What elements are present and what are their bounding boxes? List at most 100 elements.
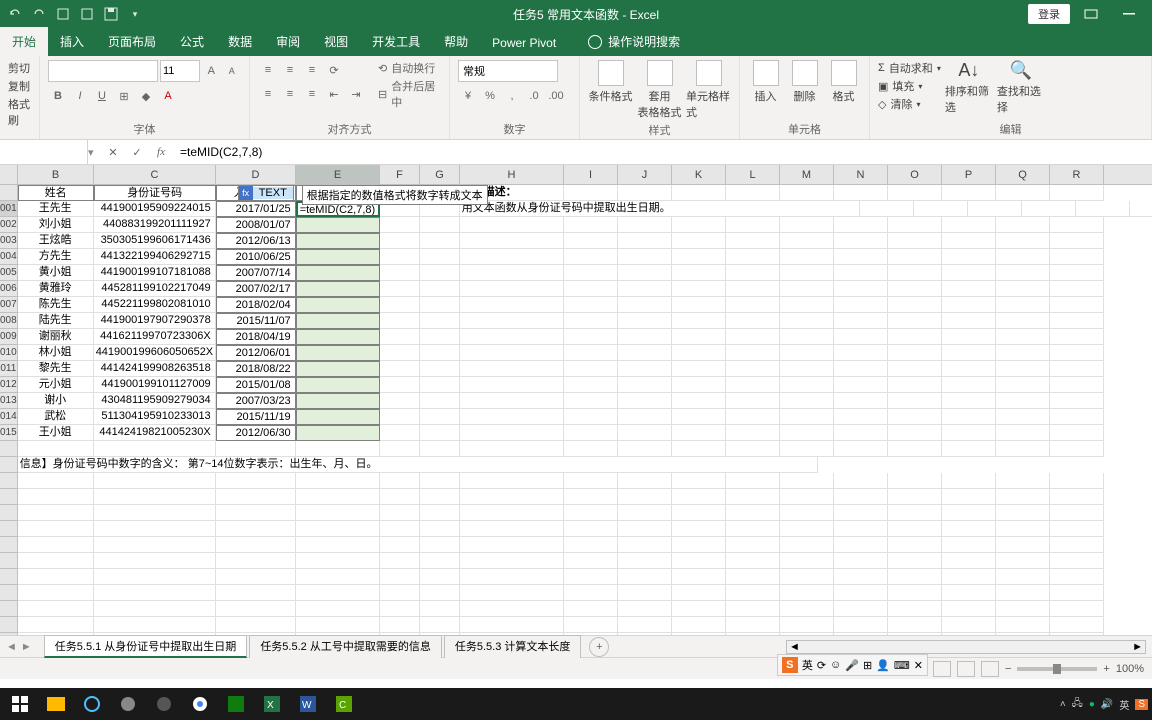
cell[interactable] — [460, 473, 564, 489]
cell[interactable] — [942, 409, 996, 425]
cell[interactable] — [672, 281, 726, 297]
italic-button[interactable]: I — [70, 86, 90, 106]
cell[interactable] — [780, 377, 834, 393]
cell[interactable] — [420, 377, 460, 393]
cell[interactable] — [420, 441, 460, 457]
column-header[interactable]: M — [780, 165, 834, 184]
name-box-dropdown-icon[interactable]: ▾ — [88, 146, 100, 159]
cell-birth[interactable] — [296, 265, 380, 281]
cell[interactable] — [420, 601, 460, 617]
row-header[interactable] — [0, 489, 18, 505]
word-icon[interactable]: W — [292, 690, 324, 718]
cell[interactable] — [672, 313, 726, 329]
cell[interactable] — [618, 633, 672, 635]
cell[interactable] — [780, 313, 834, 329]
cell-id[interactable]: 445221199802081010 — [94, 297, 216, 313]
cell[interactable] — [460, 265, 564, 281]
cell-id[interactable]: 441900199606050652X — [94, 345, 216, 361]
spreadsheet-grid[interactable]: BCDEFGHIJKLMNOPQR 0010020030040050060070… — [0, 165, 1152, 635]
sheet-nav-prev-icon[interactable]: ◄ — [6, 641, 17, 653]
find-select-button[interactable]: 🔍查找和选择 — [997, 60, 1045, 115]
cell-id[interactable]: 44162119970723306X — [94, 329, 216, 345]
column-header[interactable]: K — [672, 165, 726, 184]
align-right-icon[interactable]: ≡ — [302, 84, 322, 104]
cell[interactable] — [420, 553, 460, 569]
cell[interactable] — [780, 233, 834, 249]
cell[interactable] — [888, 601, 942, 617]
cell[interactable] — [942, 553, 996, 569]
cell[interactable] — [888, 361, 942, 377]
cell[interactable] — [942, 425, 996, 441]
delete-cells-button[interactable]: 删除 — [787, 60, 822, 104]
cell[interactable] — [780, 569, 834, 585]
cell[interactable] — [672, 361, 726, 377]
cell-hire[interactable]: 2018/04/19 — [216, 329, 296, 345]
cell[interactable] — [726, 409, 780, 425]
cell[interactable] — [672, 233, 726, 249]
cell[interactable] — [420, 361, 460, 377]
cell[interactable] — [296, 601, 380, 617]
cell[interactable] — [780, 601, 834, 617]
fill-color-button[interactable]: ◆ — [136, 86, 156, 106]
row-header[interactable]: 003 — [0, 233, 18, 249]
cell[interactable] — [380, 441, 420, 457]
cell[interactable] — [618, 473, 672, 489]
cell[interactable] — [564, 601, 618, 617]
cell[interactable] — [942, 233, 996, 249]
cell-birth[interactable] — [296, 313, 380, 329]
cell[interactable] — [942, 569, 996, 585]
cell[interactable] — [380, 585, 420, 601]
cell[interactable] — [296, 553, 380, 569]
cell[interactable] — [888, 185, 942, 201]
cell[interactable] — [726, 569, 780, 585]
cell[interactable] — [1050, 553, 1104, 569]
cell[interactable] — [888, 441, 942, 457]
cell[interactable] — [420, 297, 460, 313]
cell[interactable] — [420, 617, 460, 633]
cell[interactable] — [216, 505, 296, 521]
select-all-corner[interactable] — [0, 165, 18, 184]
cell[interactable] — [780, 217, 834, 233]
sheet-tab[interactable]: 任务5.5.1 从身份证号中提取出生日期 — [44, 635, 248, 658]
cell[interactable] — [888, 249, 942, 265]
cell-hire[interactable]: 2015/01/08 — [216, 377, 296, 393]
ime-indicator[interactable]: S 英 ⟳ ☺ 🎤 ⊞ 👤 ⌨ ✕ — [777, 654, 928, 676]
cell[interactable] — [834, 233, 888, 249]
cell[interactable] — [1050, 601, 1104, 617]
cell[interactable] — [460, 521, 564, 537]
cell[interactable] — [564, 233, 618, 249]
cell[interactable] — [834, 553, 888, 569]
cell[interactable] — [942, 393, 996, 409]
row-header[interactable] — [0, 537, 18, 553]
cell[interactable] — [618, 329, 672, 345]
cell[interactable] — [942, 377, 996, 393]
cell-id[interactable]: 441900199107181088 — [94, 265, 216, 281]
column-header[interactable]: E — [296, 165, 380, 184]
cell-name[interactable]: 武松 — [18, 409, 94, 425]
cell[interactable] — [726, 265, 780, 281]
cell[interactable] — [672, 425, 726, 441]
cell-name[interactable]: 王小姐 — [18, 425, 94, 441]
cell-hire[interactable]: 2007/02/17 — [216, 281, 296, 297]
cell[interactable] — [296, 585, 380, 601]
cell[interactable] — [564, 585, 618, 601]
cell[interactable] — [296, 473, 380, 489]
bold-button[interactable]: B — [48, 86, 68, 106]
chrome-icon[interactable] — [184, 690, 216, 718]
cell[interactable] — [564, 249, 618, 265]
cell[interactable] — [672, 377, 726, 393]
column-header[interactable]: J — [618, 165, 672, 184]
cell[interactable] — [420, 473, 460, 489]
cell[interactable] — [564, 521, 618, 537]
cell[interactable] — [726, 425, 780, 441]
cell[interactable] — [834, 505, 888, 521]
cell[interactable] — [996, 569, 1050, 585]
cell[interactable] — [618, 409, 672, 425]
column-header[interactable]: I — [564, 165, 618, 184]
format-painter-button[interactable]: 格式刷 — [8, 96, 31, 128]
cell[interactable] — [380, 425, 420, 441]
cell[interactable] — [726, 185, 780, 201]
border-button[interactable]: ⊞ — [114, 86, 134, 106]
cell[interactable] — [380, 553, 420, 569]
cell-name[interactable]: 黎先生 — [18, 361, 94, 377]
